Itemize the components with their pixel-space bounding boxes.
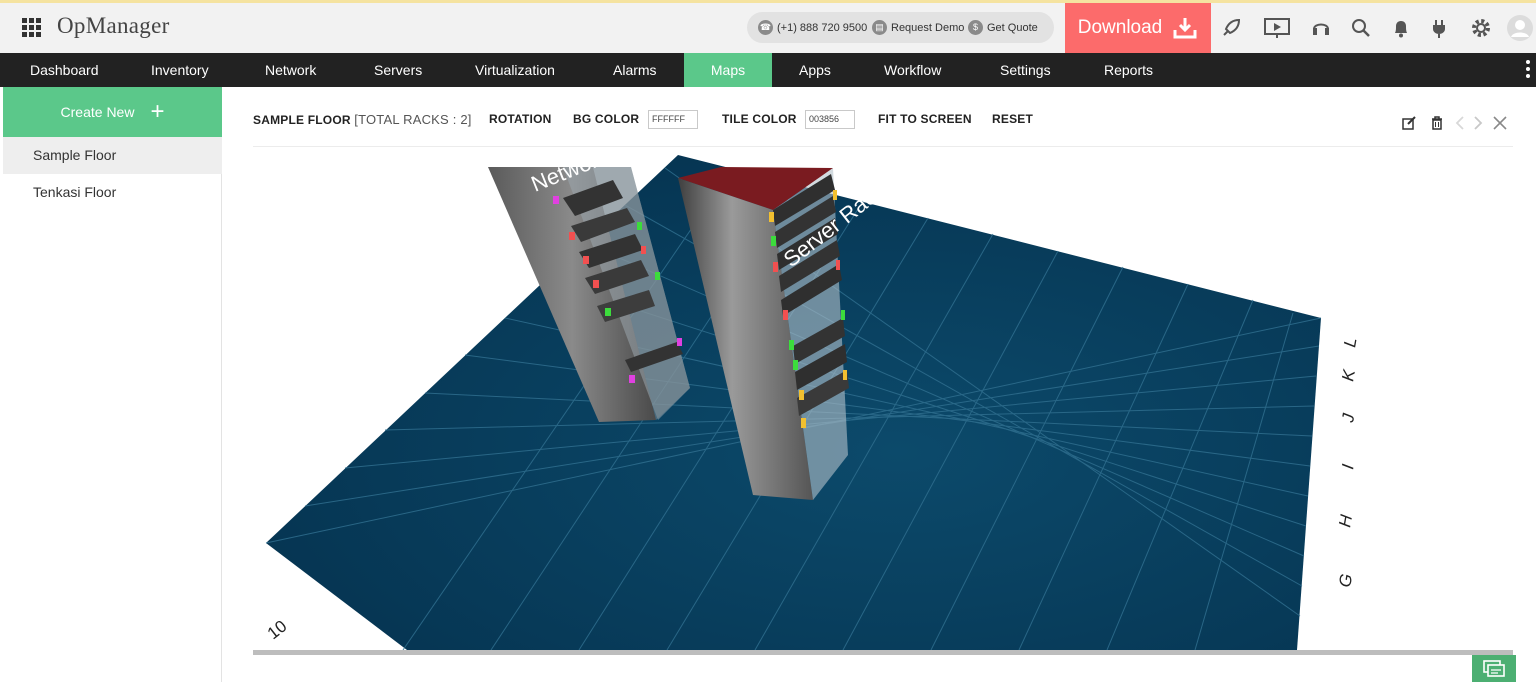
row-label-j: J	[1338, 412, 1358, 425]
avatar[interactable]	[1507, 15, 1533, 41]
nav-workflow[interactable]: Workflow	[884, 53, 941, 87]
close-icon[interactable]	[1492, 115, 1508, 131]
next-icon[interactable]	[1470, 115, 1486, 131]
delete-icon[interactable]	[1429, 115, 1445, 131]
row-label-k: K	[1338, 368, 1359, 383]
get-quote-link[interactable]: $ Get Quote	[968, 20, 1038, 35]
download-icon	[1173, 18, 1197, 39]
row-label-h: H	[1335, 513, 1356, 529]
nav-network[interactable]: Network	[265, 53, 316, 87]
app-title: OpManager	[57, 13, 170, 38]
support-icon[interactable]	[1310, 17, 1332, 39]
create-new-label: Create New	[60, 104, 135, 120]
video-tour-icon[interactable]	[1263, 17, 1291, 39]
gear-icon[interactable]	[1470, 17, 1492, 39]
rocket-icon[interactable]	[1220, 17, 1242, 39]
request-demo-label: Request Demo	[891, 21, 965, 34]
floor-item-tenkasi[interactable]: Tenkasi Floor	[3, 174, 222, 211]
rotation-button[interactable]: ROTATION	[489, 112, 551, 126]
top-header: OpManager ☎ (+1) 888 720 9500 ▤ Request …	[0, 0, 1536, 53]
plus-icon: +	[150, 98, 165, 125]
plugin-icon[interactable]	[1428, 17, 1450, 39]
chat-icon	[1483, 659, 1505, 677]
edit-icon[interactable]	[1401, 115, 1417, 131]
floor-title: SAMPLE FLOOR [TOTAL RACKS : 2]	[253, 112, 472, 127]
download-button[interactable]: Download	[1065, 3, 1211, 53]
request-demo-link[interactable]: ▤ Request Demo	[872, 20, 964, 35]
horizontal-scrollbar[interactable]	[253, 650, 1513, 655]
row-labels: G H I J K L	[1335, 336, 1360, 589]
phone-link[interactable]: ☎ (+1) 888 720 9500	[758, 20, 867, 35]
toolbar-divider	[253, 146, 1513, 147]
phone-icon: ☎	[758, 20, 773, 35]
nav-dashboard[interactable]: Dashboard	[30, 53, 99, 87]
row-label-i: I	[1338, 462, 1358, 470]
tile-color-input[interactable]: 003856	[805, 110, 855, 129]
download-label: Download	[1077, 17, 1163, 38]
floor-sidebar: Create New + Sample Floor Tenkasi Floor	[0, 87, 222, 682]
search-icon[interactable]	[1350, 17, 1372, 39]
fit-to-screen-button[interactable]: FIT TO SCREEN	[878, 112, 972, 126]
more-menu-icon[interactable]	[1526, 60, 1531, 80]
chat-button[interactable]	[1472, 655, 1516, 682]
tile-color-label: TILE COLOR	[722, 112, 797, 126]
notification-bell-icon[interactable]	[1390, 17, 1412, 39]
floor-name: SAMPLE FLOOR	[253, 113, 351, 127]
row-label-g: G	[1335, 572, 1356, 588]
previous-icon[interactable]	[1452, 115, 1468, 131]
nav-inventory[interactable]: Inventory	[151, 53, 209, 87]
column-label-10: 10	[264, 617, 291, 644]
nav-virtualization[interactable]: Virtualization	[475, 53, 555, 87]
reset-button[interactable]: RESET	[992, 112, 1033, 126]
nav-maps[interactable]: Maps	[684, 53, 772, 87]
bg-color-label: BG COLOR	[573, 112, 640, 126]
app-grid-icon[interactable]	[22, 18, 42, 38]
total-racks: [TOTAL RACKS : 2]	[354, 112, 472, 127]
nav-settings[interactable]: Settings	[1000, 53, 1051, 87]
get-quote-label: Get Quote	[987, 21, 1038, 34]
contact-bar: ☎ (+1) 888 720 9500 ▤ Request Demo $ Get…	[747, 12, 1054, 43]
main-nav: Dashboard Inventory Network Servers Virt…	[0, 53, 1536, 87]
nav-alarms[interactable]: Alarms	[613, 53, 657, 87]
floor-3d-view[interactable]: Network Server Rack G H I J K L 10	[253, 150, 1518, 652]
nav-reports[interactable]: Reports	[1104, 53, 1153, 87]
row-label-l: L	[1340, 336, 1360, 349]
bg-color-input[interactable]: FFFFFF	[648, 110, 698, 129]
dollar-icon: $	[968, 20, 983, 35]
floor-item-sample[interactable]: Sample Floor	[3, 137, 222, 174]
create-new-button[interactable]: Create New +	[3, 87, 222, 137]
demo-icon: ▤	[872, 20, 887, 35]
nav-servers[interactable]: Servers	[374, 53, 422, 87]
nav-apps[interactable]: Apps	[799, 53, 831, 87]
phone-number: (+1) 888 720 9500	[777, 21, 868, 34]
